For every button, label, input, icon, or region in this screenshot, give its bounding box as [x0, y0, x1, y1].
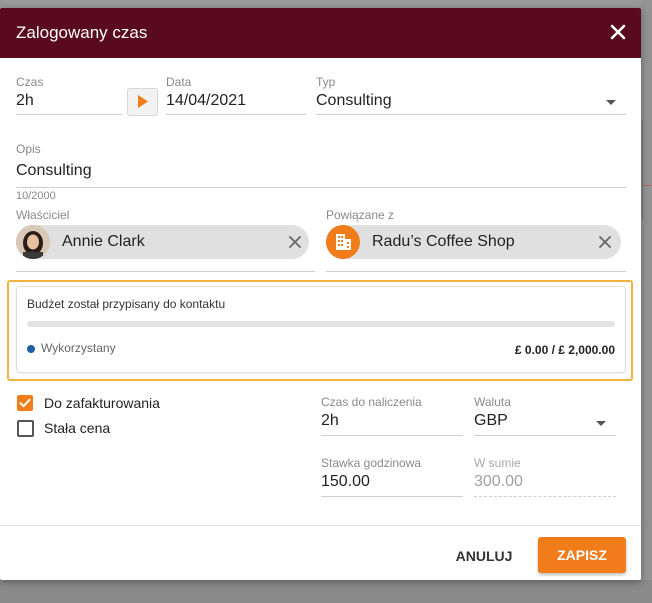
owner-name: Annie Clark — [62, 233, 145, 250]
total-underline — [474, 496, 616, 497]
logged-time-dialog: Zalogowany czas Czas 2h Data 14/04/2021 … — [0, 8, 641, 580]
type-select[interactable]: Consulting — [316, 92, 392, 110]
close-icon — [610, 24, 626, 40]
currency-select[interactable]: GBP — [474, 412, 508, 430]
related-chip[interactable]: Radu’s Coffee Shop — [326, 225, 621, 259]
chevron-down-icon — [596, 421, 606, 426]
close-button[interactable] — [606, 20, 630, 44]
hourly-rate-input[interactable]: 150.00 — [321, 473, 370, 491]
fixed-price-checkbox[interactable] — [17, 420, 34, 437]
budget-card: Budżet został przypisany do kontaktu Wyk… — [16, 286, 626, 373]
budget-legend-label: Wykorzystany — [41, 341, 116, 355]
date-underline — [166, 114, 306, 115]
time-underline — [16, 114, 122, 115]
save-button[interactable]: ZAPISZ — [538, 537, 626, 573]
legend-dot — [27, 345, 35, 353]
description-underline — [16, 187, 626, 188]
footer-divider — [0, 525, 641, 526]
avatar — [16, 225, 50, 259]
background-strip — [0, 0, 652, 8]
fixed-price-label[interactable]: Stała cena — [44, 420, 110, 436]
billable-time-underline — [321, 435, 463, 436]
total-label: W sumie — [474, 456, 521, 470]
type-underline — [316, 114, 626, 115]
description-counter: 10/2000 — [16, 190, 56, 202]
cancel-button[interactable]: ANULUJ — [444, 539, 524, 573]
time-label: Czas — [16, 75, 44, 89]
owner-underline — [16, 271, 315, 272]
related-underline — [326, 271, 626, 272]
hourly-rate-label: Stawka godzinowa — [321, 456, 422, 470]
date-label: Data — [166, 75, 192, 89]
total-value: 300.00 — [474, 473, 523, 490]
budget-progress-bar — [27, 321, 615, 327]
remove-owner-icon[interactable] — [288, 235, 302, 249]
description-label: Opis — [16, 142, 41, 156]
remove-related-icon[interactable] — [598, 235, 612, 249]
billable-time-label: Czas do naliczenia — [321, 395, 422, 409]
billable-label[interactable]: Do zafakturowania — [44, 395, 160, 411]
description-input[interactable]: Consulting — [16, 162, 92, 180]
billable-time-input[interactable]: 2h — [321, 412, 339, 430]
background-page-edge — [641, 0, 652, 603]
time-input[interactable]: 2h — [16, 92, 34, 110]
owner-chip[interactable]: Annie Clark — [16, 225, 309, 259]
play-icon — [138, 95, 148, 108]
related-label: Powiązane z — [326, 208, 395, 222]
check-icon — [19, 398, 31, 408]
date-input[interactable]: 14/04/2021 — [166, 92, 246, 110]
background-bottom — [0, 580, 652, 603]
chevron-down-icon — [606, 100, 616, 105]
budget-amount: £ 0.00 / £ 2,000.00 — [514, 343, 615, 357]
dialog-header: Zalogowany czas — [0, 8, 641, 58]
building-icon — [326, 225, 360, 259]
budget-title: Budżet został przypisany do kontaktu — [27, 297, 226, 311]
related-name: Radu’s Coffee Shop — [372, 233, 515, 250]
type-label: Typ — [316, 75, 336, 89]
start-timer-button[interactable] — [127, 88, 158, 116]
hourly-rate-underline — [321, 496, 463, 497]
dialog-title: Zalogowany czas — [16, 23, 148, 42]
billable-checkbox[interactable] — [17, 395, 33, 411]
currency-underline — [474, 435, 616, 436]
currency-label: Waluta — [474, 395, 511, 409]
owner-label: Właściciel — [16, 208, 70, 222]
